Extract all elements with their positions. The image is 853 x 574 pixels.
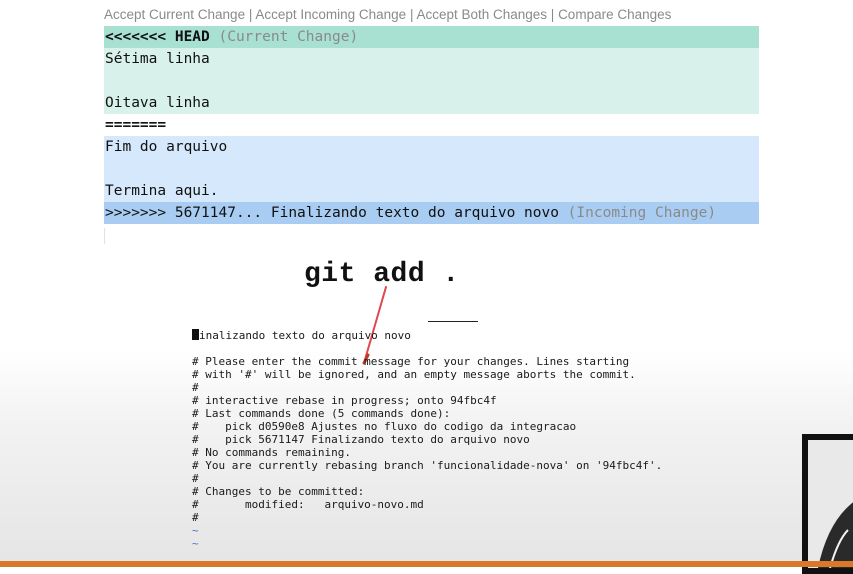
text-cursor — [192, 329, 199, 340]
merge-conflict-editor[interactable]: <<<<<<< HEAD (Current Change) Sétima lin… — [104, 26, 759, 224]
terminal-line: # pick 5671147 Finalizando texto do arqu… — [192, 433, 530, 446]
incoming-marker: >>>>>>> 5671147... Finalizando texto do … — [105, 205, 559, 221]
current-change-line: Sétima linha — [104, 48, 759, 70]
commit-message-rest: inalizando texto do arquivo novo — [199, 329, 411, 342]
terminal-line: # Please enter the commit message for yo… — [192, 355, 630, 368]
compare-changes-link[interactable]: Compare Changes — [558, 7, 671, 22]
terminal-line: # No commands remaining. — [192, 446, 351, 459]
terminal-line: # — [192, 511, 199, 524]
vim-empty-line-tilde: ~ — [192, 537, 199, 550]
terminal-line: # — [192, 381, 199, 394]
incoming-change-line: Termina aqui. — [104, 180, 759, 202]
terminal-line: # with '#' will be ignored, and an empty… — [192, 368, 636, 381]
incoming-change-line: Fim do arquivo — [104, 136, 759, 158]
caption-underline — [428, 321, 478, 322]
merge-codelens: Accept Current Change | Accept Incoming … — [104, 7, 671, 22]
vim-empty-line-tilde: ~ — [192, 524, 199, 537]
accept-incoming-change-link[interactable]: Accept Incoming Change — [255, 7, 406, 22]
webcam-frame — [802, 434, 853, 574]
terminal-line: # — [192, 472, 199, 485]
incoming-change-marker-line: >>>>>>> 5671147... Finalizando texto do … — [104, 202, 759, 224]
terminal-line: # Last commands done (5 commands done): — [192, 407, 451, 420]
incoming-change-line — [104, 158, 759, 180]
commit-message-editor[interactable]: inalizando texto do arquivo novo # Pleas… — [192, 329, 662, 550]
conflict-separator-line: ======= — [104, 114, 759, 136]
accept-both-changes-link[interactable]: Accept Both Changes — [416, 7, 547, 22]
presenter-silhouette — [818, 502, 853, 568]
current-change-marker-line: <<<<<<< HEAD (Current Change) — [104, 26, 759, 48]
terminal-line: # pick d0590e8 Ajustes no fluxo do codig… — [192, 420, 577, 433]
terminal-line: # Changes to be committed: — [192, 485, 365, 498]
codelens-separator: | — [406, 7, 417, 22]
current-change-hint: (Current Change) — [209, 29, 359, 45]
head-marker: <<<<<<< HEAD — [105, 29, 210, 45]
terminal-line: # interactive rebase in progress; onto 9… — [192, 394, 497, 407]
codelens-separator: | — [547, 7, 559, 22]
codelens-separator: | — [245, 7, 256, 22]
bottom-accent-bar — [0, 561, 853, 567]
terminal-line: # modified: arquivo-novo.md — [192, 498, 424, 511]
terminal-line: # You are currently rebasing branch 'fun… — [192, 459, 663, 472]
current-change-line — [104, 70, 759, 92]
editor-gutter-line — [104, 228, 105, 244]
incoming-change-hint: (Incoming Change) — [558, 205, 717, 221]
commit-message-line: inalizando texto do arquivo novo — [192, 329, 662, 342]
current-change-line: Oitava linha — [104, 92, 759, 114]
accept-current-change-link[interactable]: Accept Current Change — [104, 7, 245, 22]
